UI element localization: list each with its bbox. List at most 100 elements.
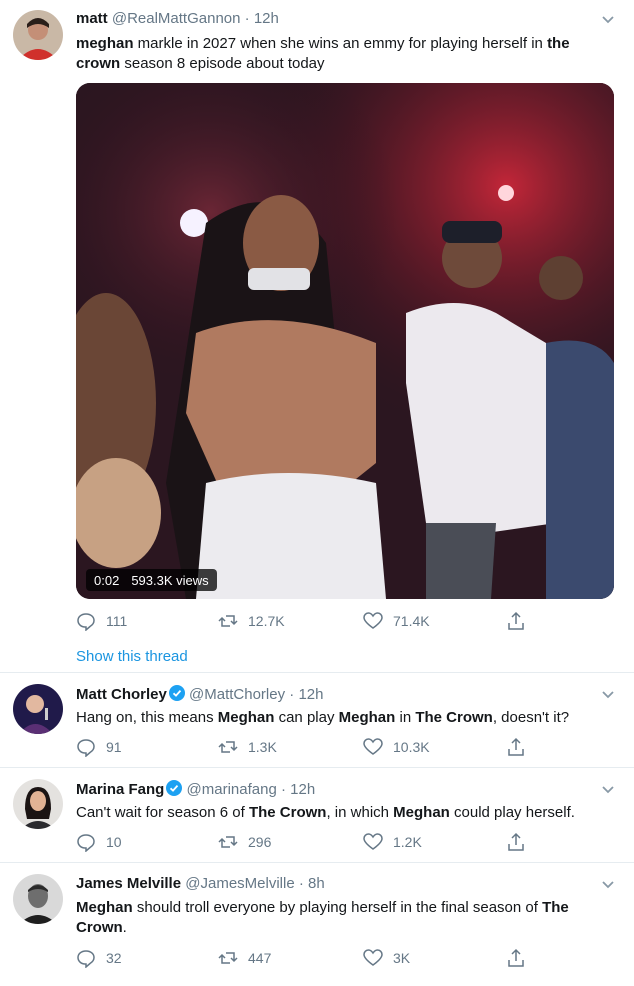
retweet-count: 296 xyxy=(248,834,272,850)
video-duration: 0:02 xyxy=(94,572,120,588)
avatar-matt-chorley[interactable] xyxy=(13,684,63,734)
retweet-button[interactable]: 12.7K xyxy=(218,611,285,631)
tweet-text: meghan markle in 2027 when she wins an e… xyxy=(76,34,610,74)
display-name[interactable]: matt xyxy=(76,10,108,27)
share-button[interactable] xyxy=(506,611,526,631)
reply-button[interactable]: 111 xyxy=(76,611,127,631)
verified-badge-icon xyxy=(168,685,185,701)
tweet-text-run: Can't wait for season 6 of xyxy=(76,804,249,821)
timestamp[interactable]: 12h xyxy=(298,686,323,703)
like-button[interactable]: 1.2K xyxy=(363,832,422,852)
video-player[interactable]: 0:02 593.3K views xyxy=(76,83,614,599)
video-overlay: 0:02 593.3K views xyxy=(86,569,217,591)
handle[interactable]: @marinafang xyxy=(187,781,277,798)
retweet-button[interactable]: 296 xyxy=(218,832,271,852)
reply-count: 91 xyxy=(106,739,122,755)
reply-count: 111 xyxy=(106,613,128,629)
action-bar: 32 447 3K xyxy=(76,948,536,968)
reply-button[interactable]: 10 xyxy=(76,832,122,852)
main-tweet: matt @RealMattGannon · 12h meghan markle… xyxy=(0,0,634,673)
retweet-button[interactable]: 1.3K xyxy=(218,737,277,757)
tweet-text-run: Meghan xyxy=(217,709,275,726)
tweet-header: Matt Chorley @MattChorley · 12h xyxy=(76,685,324,703)
like-count: 10.3K xyxy=(393,739,430,755)
tweet-text-run: season 8 episode about today xyxy=(120,55,325,72)
tweet-text-run: could play herself. xyxy=(449,804,575,821)
reply-icon xyxy=(77,950,95,968)
reply-icon xyxy=(77,834,95,852)
share-icon xyxy=(508,832,524,851)
tweet-text: Can't wait for season 6 of The Crown, in… xyxy=(76,803,610,823)
tweet-text-run: should troll everyone by playing herself… xyxy=(132,899,543,916)
retweet-button[interactable]: 447 xyxy=(218,948,271,968)
tweet-text-run: Meghan xyxy=(76,899,133,916)
tweet-text-run: Meghan xyxy=(338,709,396,726)
chevron-down-icon[interactable] xyxy=(602,691,614,699)
handle[interactable]: @MattChorley xyxy=(189,686,285,703)
handle[interactable]: @RealMattGannon xyxy=(112,10,241,27)
tweet-header: matt @RealMattGannon · 12h xyxy=(76,10,279,27)
reply-count: 32 xyxy=(106,950,122,966)
reply-button[interactable]: 91 xyxy=(76,737,122,757)
share-icon xyxy=(508,948,524,967)
chevron-down-icon[interactable] xyxy=(602,881,614,889)
reply-button[interactable]: 32 xyxy=(76,948,122,968)
retweet-count: 1.3K xyxy=(248,739,277,755)
avatar-matt[interactable] xyxy=(13,10,63,60)
reply-tweet-2: Marina Fang @marinafang · 12h Can't wait… xyxy=(0,768,634,863)
tweet-text-run: Meghan xyxy=(393,804,450,821)
reply-count: 10 xyxy=(106,834,122,850)
reply-tweet-1: Matt Chorley @MattChorley · 12h Hang on,… xyxy=(0,673,634,768)
retweet-count: 12.7K xyxy=(248,613,285,629)
heart-icon xyxy=(363,738,383,755)
retweet-icon xyxy=(218,836,238,848)
retweet-icon xyxy=(218,952,238,964)
timestamp[interactable]: 8h xyxy=(308,875,325,892)
retweet-icon xyxy=(218,741,238,753)
share-button[interactable] xyxy=(506,948,526,968)
heart-icon xyxy=(363,833,383,850)
video-frame xyxy=(76,83,614,599)
tweet-text: Meghan should troll everyone by playing … xyxy=(76,898,610,938)
tweet-text-run: The Crown xyxy=(248,804,327,821)
handle[interactable]: @JamesMelville xyxy=(185,875,294,892)
reply-tweet-3: James Melville @JamesMelville · 8h Megha… xyxy=(0,863,634,986)
avatar-james-melville[interactable] xyxy=(13,874,63,924)
tweet-text: Hang on, this means Meghan can play Megh… xyxy=(76,708,610,728)
share-button[interactable] xyxy=(506,737,526,757)
like-count: 71.4K xyxy=(393,613,430,629)
display-name[interactable]: Matt Chorley xyxy=(76,686,167,703)
share-icon xyxy=(508,737,524,756)
tweet-text-run: meghan xyxy=(76,35,134,52)
action-bar: 111 12.7K 71.4K xyxy=(76,611,536,631)
retweet-count: 447 xyxy=(248,950,272,966)
chevron-down-icon[interactable] xyxy=(602,16,614,24)
share-icon xyxy=(508,611,524,630)
like-count: 1.2K xyxy=(393,834,422,850)
like-button[interactable]: 3K xyxy=(363,948,410,968)
tweet-text-run: markle in 2027 when she wins an emmy for… xyxy=(133,35,548,52)
reply-icon xyxy=(77,739,95,757)
video-views: 593.3K views xyxy=(131,572,209,588)
heart-icon xyxy=(363,949,383,966)
display-name[interactable]: James Melville xyxy=(76,875,181,892)
show-thread-link[interactable]: Show this thread xyxy=(76,648,188,665)
tweet-header: Marina Fang @marinafang · 12h xyxy=(76,780,316,798)
timestamp[interactable]: 12h xyxy=(290,781,315,798)
display-name[interactable]: Marina Fang xyxy=(76,781,164,798)
heart-icon xyxy=(363,612,383,629)
reply-icon xyxy=(77,613,95,631)
avatar-marina-fang[interactable] xyxy=(13,779,63,829)
share-button[interactable] xyxy=(506,832,526,852)
tweet-text-run: Hang on, this means xyxy=(76,709,218,726)
chevron-down-icon[interactable] xyxy=(602,786,614,794)
timestamp[interactable]: 12h xyxy=(254,10,279,27)
action-bar: 10 296 1.2K xyxy=(76,832,536,852)
tweet-text-run: , doesn't it? xyxy=(492,709,570,726)
tweet-text-run: in xyxy=(395,709,416,726)
verified-badge-icon xyxy=(166,780,183,796)
tweet-header: James Melville @JamesMelville · 8h xyxy=(76,875,325,892)
like-button[interactable]: 10.3K xyxy=(363,737,430,757)
retweet-icon xyxy=(218,615,238,627)
like-button[interactable]: 71.4K xyxy=(363,611,430,631)
